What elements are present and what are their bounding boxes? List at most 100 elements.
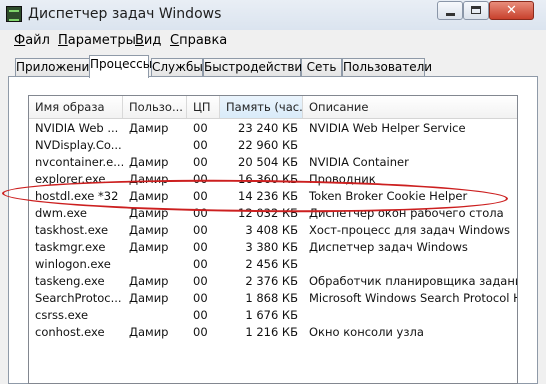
process-user <box>123 307 187 324</box>
tab-performance[interactable]: Быстродействие <box>203 58 310 77</box>
process-row[interactable]: csrss.exe 00 1 676 КБ <box>29 307 517 324</box>
process-description <box>303 307 517 324</box>
process-name: SearchProtoc... <box>35 291 122 305</box>
process-row[interactable]: winlogon.exe 00 2 456 КБ <box>29 256 517 273</box>
process-name: taskmgr.exe <box>35 240 106 254</box>
process-cpu: 00 <box>193 138 208 152</box>
tab-network[interactable]: Сеть <box>301 58 342 77</box>
process-memory: 1 216 КБ <box>245 325 298 339</box>
process-row[interactable]: explorer.exe Дамир 00 16 360 КБ Проводник <box>29 171 517 188</box>
process-description: Обработчик планировщика заданий <box>309 274 518 288</box>
tab-services[interactable]: Службы <box>151 58 203 77</box>
process-memory: 16 360 КБ <box>238 172 298 186</box>
tab-processes[interactable]: Процессы <box>89 55 152 78</box>
process-row[interactable]: hostdl.exe *32 Дамир 00 14 236 КБ Token Brok… <box>29 188 517 205</box>
tab-strip: Приложения Процессы Службы Быстродействи… <box>0 55 546 78</box>
process-memory: 1 676 КБ <box>245 308 298 322</box>
process-memory: 22 960 КБ <box>238 138 298 152</box>
process-description: Окно консоли узла <box>309 325 424 339</box>
tab-applications[interactable]: Приложения <box>15 58 97 77</box>
process-name: taskeng.exe <box>35 274 105 288</box>
process-row[interactable]: SearchProtoc... Дамир 00 1 868 КБ Microsoft … <box>29 290 517 307</box>
process-name: hostdl.exe *32 <box>35 189 119 203</box>
process-name: nvcontainer.e... <box>35 155 123 169</box>
process-description: NVIDIA Container <box>309 155 409 169</box>
process-row[interactable]: conhost.exe Дамир 00 1 216 КБ Окно консоли у… <box>29 324 517 341</box>
maximize-icon <box>471 6 481 14</box>
process-memory: 2 376 КБ <box>245 274 298 288</box>
minimize-icon <box>446 13 455 16</box>
process-memory: 20 504 КБ <box>238 155 298 169</box>
process-user: Дамир <box>129 172 169 186</box>
process-description: NVIDIA Web Helper Service <box>309 121 466 135</box>
process-user: Дамир <box>129 121 169 135</box>
process-user: Дамир <box>129 155 169 169</box>
process-description: Проводник <box>309 172 376 186</box>
process-cpu: 00 <box>193 274 208 288</box>
process-name: conhost.exe <box>35 325 105 339</box>
process-row[interactable]: taskmgr.exe Дамир 00 3 380 КБ Диспетчер зада… <box>29 239 517 256</box>
process-cpu: 00 <box>193 257 208 271</box>
process-description: Диспетчер задач Windows <box>309 240 468 254</box>
process-description: Microsoft Windows Search Protocol Host <box>309 291 518 305</box>
process-row[interactable]: NVIDIA Web ... Дамир 00 23 240 КБ NVIDIA Web… <box>29 120 517 137</box>
title-bar: Диспетчер задач Windows ✕ <box>0 0 546 30</box>
column-cpu[interactable]: ЦП <box>187 96 220 118</box>
process-cpu: 00 <box>193 325 208 339</box>
tab-users[interactable]: Пользователи <box>342 58 432 77</box>
process-cpu: 00 <box>193 206 208 220</box>
process-row[interactable]: dwm.exe Дамир 00 12 032 КБ Диспетчер окон ра… <box>29 205 517 222</box>
process-name: NVDisplay.Co... <box>35 138 122 152</box>
process-user: Дамир <box>129 206 169 220</box>
process-cpu: 00 <box>193 291 208 305</box>
process-memory: 3 408 КБ <box>245 223 298 237</box>
process-cpu: 00 <box>193 223 208 237</box>
process-user: Дамир <box>129 325 169 339</box>
process-list[interactable]: Имя образа Пользо... ЦП Память (час... О… <box>28 95 518 384</box>
process-description: Token Broker Cookie Helper <box>309 189 468 203</box>
list-header: Имя образа Пользо... ЦП Память (час... О… <box>29 96 517 119</box>
menu-file[interactable]: Файл <box>14 33 50 48</box>
process-user: Дамир <box>129 189 169 203</box>
process-memory: 23 240 КБ <box>238 121 298 135</box>
column-memory[interactable]: Память (час... <box>220 96 303 118</box>
process-user: Дамир <box>129 240 169 254</box>
process-row[interactable]: NVDisplay.Co... 00 22 960 КБ <box>29 137 517 154</box>
process-name: winlogon.exe <box>35 257 111 271</box>
process-cpu: 00 <box>193 308 208 322</box>
close-button[interactable]: ✕ <box>489 1 534 20</box>
process-description <box>303 256 517 273</box>
menu-bar: Файл Параметры Вид Справка <box>0 30 546 52</box>
maximize-button[interactable] <box>463 1 489 20</box>
process-name: NVIDIA Web ... <box>35 121 119 135</box>
process-cpu: 00 <box>193 155 208 169</box>
column-image-name[interactable]: Имя образа <box>29 96 123 118</box>
column-description[interactable]: Описание <box>303 96 517 118</box>
process-name: explorer.exe <box>35 172 106 186</box>
process-name: csrss.exe <box>35 308 89 322</box>
menu-view[interactable]: Вид <box>135 33 161 48</box>
process-cpu: 00 <box>193 189 208 203</box>
process-cpu: 00 <box>193 172 208 186</box>
process-description: Хост-процесс для задач Windows <box>309 223 510 237</box>
process-memory: 3 380 КБ <box>245 240 298 254</box>
process-name: dwm.exe <box>35 206 87 220</box>
task-manager-icon <box>6 6 22 22</box>
process-cpu: 00 <box>193 121 208 135</box>
process-user: Дамир <box>129 274 169 288</box>
minimize-button[interactable] <box>437 1 463 20</box>
process-row[interactable]: taskhost.exe Дамир 00 3 408 КБ Хост-процесс … <box>29 222 517 239</box>
process-memory: 12 032 КБ <box>238 206 298 220</box>
process-row[interactable]: nvcontainer.e... Дамир 00 20 504 КБ NVIDIA C… <box>29 154 517 171</box>
process-description <box>303 137 517 154</box>
process-memory: 2 456 КБ <box>245 257 298 271</box>
menu-options[interactable]: Параметры <box>58 33 136 48</box>
window-title: Диспетчер задач Windows <box>28 6 222 22</box>
menu-help[interactable]: Справка <box>170 33 227 48</box>
process-user <box>123 137 187 154</box>
process-user: Дамир <box>129 223 169 237</box>
column-user[interactable]: Пользо... <box>123 96 187 118</box>
process-cpu: 00 <box>193 240 208 254</box>
process-memory: 1 868 КБ <box>245 291 298 305</box>
process-row[interactable]: taskeng.exe Дамир 00 2 376 КБ Обработчик пла… <box>29 273 517 290</box>
